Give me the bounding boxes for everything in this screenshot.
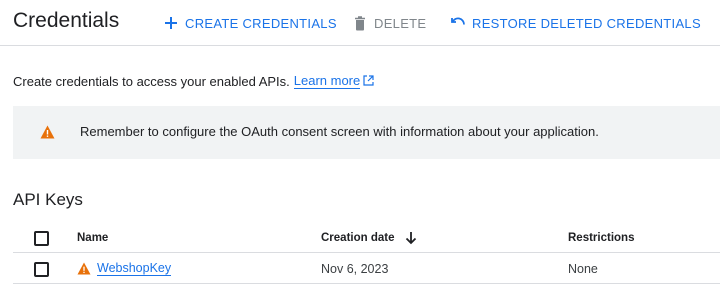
external-link-icon bbox=[363, 75, 375, 87]
restore-deleted-credentials-button[interactable]: RESTORE DELETED CREDENTIALS bbox=[450, 13, 701, 33]
delete-button[interactable]: DELETE bbox=[352, 13, 426, 33]
table-row: WebshopKey Nov 6, 2023 None bbox=[13, 253, 720, 284]
page-header: Credentials CREATE CREDENTIALS DELETE RE… bbox=[0, 0, 720, 46]
trash-icon bbox=[352, 15, 368, 31]
warning-icon bbox=[77, 261, 91, 276]
select-all-checkbox[interactable] bbox=[34, 231, 49, 246]
learn-more-link[interactable]: Learn more bbox=[293, 73, 361, 89]
column-header-name[interactable]: Name bbox=[77, 222, 108, 253]
creation-date-cell: Nov 6, 2023 bbox=[321, 261, 389, 276]
key-name-link[interactable]: WebshopKey bbox=[97, 261, 172, 276]
column-header-creation-date[interactable]: Creation date bbox=[321, 222, 419, 253]
intro-text: Create credentials to access your enable… bbox=[13, 73, 375, 89]
table-header-row: Name Creation date Restrictions bbox=[13, 222, 720, 253]
arrow-down-icon bbox=[405, 231, 419, 245]
warning-icon bbox=[40, 125, 56, 141]
api-keys-table: Name Creation date Restrictions WebshopK… bbox=[13, 222, 720, 284]
column-header-restrictions[interactable]: Restrictions bbox=[568, 222, 634, 253]
create-credentials-label: CREATE CREDENTIALS bbox=[185, 15, 337, 31]
page-title: Credentials bbox=[13, 9, 120, 32]
plus-icon bbox=[163, 15, 179, 31]
banner-message: Remember to configure the OAuth consent … bbox=[80, 124, 599, 139]
restrictions-cell: None bbox=[568, 261, 598, 276]
row-checkbox[interactable] bbox=[34, 262, 49, 277]
key-name-cell: WebshopKey bbox=[77, 253, 172, 284]
restore-deleted-credentials-label: RESTORE DELETED CREDENTIALS bbox=[472, 15, 701, 31]
create-credentials-button[interactable]: CREATE CREDENTIALS bbox=[163, 13, 337, 33]
oauth-warning-banner: Remember to configure the OAuth consent … bbox=[13, 106, 720, 159]
delete-label: DELETE bbox=[374, 15, 427, 31]
api-keys-heading: API Keys bbox=[13, 190, 83, 209]
creation-date-label: Creation date bbox=[321, 231, 395, 244]
intro-description: Create credentials to access your enable… bbox=[13, 73, 290, 89]
restore-icon bbox=[450, 15, 466, 31]
